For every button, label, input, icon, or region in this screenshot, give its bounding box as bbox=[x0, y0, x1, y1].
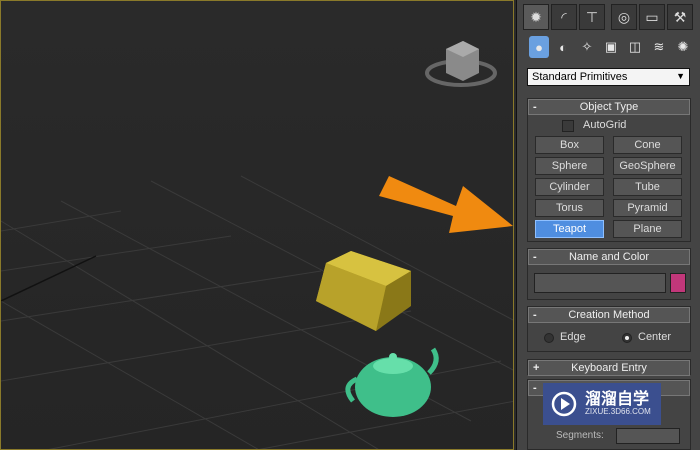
play-logo-icon bbox=[551, 391, 577, 417]
object-type-header[interactable]: - Object Type bbox=[528, 99, 690, 115]
autogrid-label: AutoGrid bbox=[583, 119, 627, 131]
lights-icon[interactable]: ✧ bbox=[577, 36, 597, 58]
teapot-object bbox=[345, 347, 439, 417]
viewcube-icon bbox=[425, 41, 497, 87]
geometry-icon[interactable]: ● bbox=[529, 36, 549, 58]
display-icon[interactable]: ▭ bbox=[639, 4, 665, 30]
segments-label: Segments: bbox=[556, 430, 604, 441]
hierarchy-icon[interactable]: ⊤ bbox=[579, 4, 605, 30]
creation-method-header[interactable]: - Creation Method bbox=[528, 307, 690, 323]
cylinder-button[interactable]: Cylinder bbox=[535, 178, 604, 196]
dropdown-value: Standard Primitives bbox=[532, 71, 628, 83]
helpers-icon[interactable]: ◫ bbox=[625, 36, 645, 58]
object-type-title: Object Type bbox=[579, 101, 639, 113]
chevron-down-icon: ▼ bbox=[676, 71, 685, 81]
cameras-icon[interactable]: ▣ bbox=[601, 36, 621, 58]
pyramid-button[interactable]: Pyramid bbox=[613, 199, 682, 217]
tube-button[interactable]: Tube bbox=[613, 178, 682, 196]
keyboard-entry-rollout: + Keyboard Entry bbox=[527, 359, 691, 376]
name-color-header[interactable]: - Name and Color bbox=[528, 249, 690, 265]
collapse-icon: - bbox=[533, 309, 537, 321]
ground-grid bbox=[1, 175, 513, 449]
center-radio[interactable] bbox=[622, 333, 632, 343]
grid-axis-line bbox=[1, 255, 97, 302]
edge-label: Edge bbox=[560, 331, 586, 343]
name-color-title: Name and Color bbox=[568, 251, 650, 263]
watermark-title: 溜溜自学 bbox=[585, 390, 650, 408]
utilities-icon[interactable]: ⚒ bbox=[667, 4, 693, 30]
object-name-field[interactable] bbox=[534, 273, 666, 293]
name-color-rollout: - Name and Color bbox=[527, 248, 691, 300]
box-object bbox=[316, 251, 411, 331]
orange-arrow bbox=[379, 176, 513, 233]
systems-icon[interactable]: ✺ bbox=[673, 36, 693, 58]
primitive-type-dropdown[interactable]: Standard Primitives ▼ bbox=[527, 68, 690, 86]
motion-icon[interactable]: ◎ bbox=[611, 4, 637, 30]
cone-button[interactable]: Cone bbox=[613, 136, 682, 154]
create-icon[interactable]: ✹ bbox=[523, 4, 549, 30]
center-label: Center bbox=[638, 331, 672, 343]
viewport-scene bbox=[1, 41, 513, 449]
watermark-url: ZIXUE.3D66.COM bbox=[585, 407, 651, 417]
box-button[interactable]: Box bbox=[535, 136, 604, 154]
expand-icon: + bbox=[533, 362, 540, 374]
segments-spinner[interactable] bbox=[616, 428, 680, 444]
object-type-rollout: - Object Type AutoGrid Box Cone Sphere G… bbox=[527, 98, 691, 242]
creation-method-rollout: - Creation Method Edge Center bbox=[527, 306, 691, 352]
sphere-button[interactable]: Sphere bbox=[535, 157, 604, 175]
create-category-bar: ● ◐ ✧ ▣ ◫ ≋ ✺ bbox=[525, 36, 697, 60]
shapes-icon[interactable]: ◐ bbox=[553, 36, 573, 58]
plane-button[interactable]: Plane bbox=[613, 220, 682, 238]
viewport-perspective[interactable] bbox=[0, 0, 514, 450]
edge-radio[interactable] bbox=[544, 333, 554, 343]
keyboard-entry-header[interactable]: + Keyboard Entry bbox=[528, 360, 690, 376]
watermark-badge: 溜溜自学 ZIXUE.3D66.COM bbox=[543, 383, 661, 425]
geosphere-button[interactable]: GeoSphere bbox=[613, 157, 682, 175]
teapot-button[interactable]: Teapot bbox=[535, 220, 604, 238]
collapse-icon: - bbox=[533, 382, 537, 394]
collapse-icon: - bbox=[533, 251, 537, 263]
keyboard-entry-title: Keyboard Entry bbox=[571, 362, 647, 374]
torus-button[interactable]: Torus bbox=[535, 199, 604, 217]
autogrid-checkbox[interactable] bbox=[562, 120, 574, 132]
command-tabs: ✹ ◜ ⊤ ◎ ▭ ⚒ bbox=[519, 4, 699, 30]
creation-method-title: Creation Method bbox=[568, 309, 650, 321]
collapse-icon: - bbox=[533, 101, 537, 113]
spacewarps-icon[interactable]: ≋ bbox=[649, 36, 669, 58]
modify-icon[interactable]: ◜ bbox=[551, 4, 577, 30]
object-color-swatch[interactable] bbox=[670, 273, 686, 293]
